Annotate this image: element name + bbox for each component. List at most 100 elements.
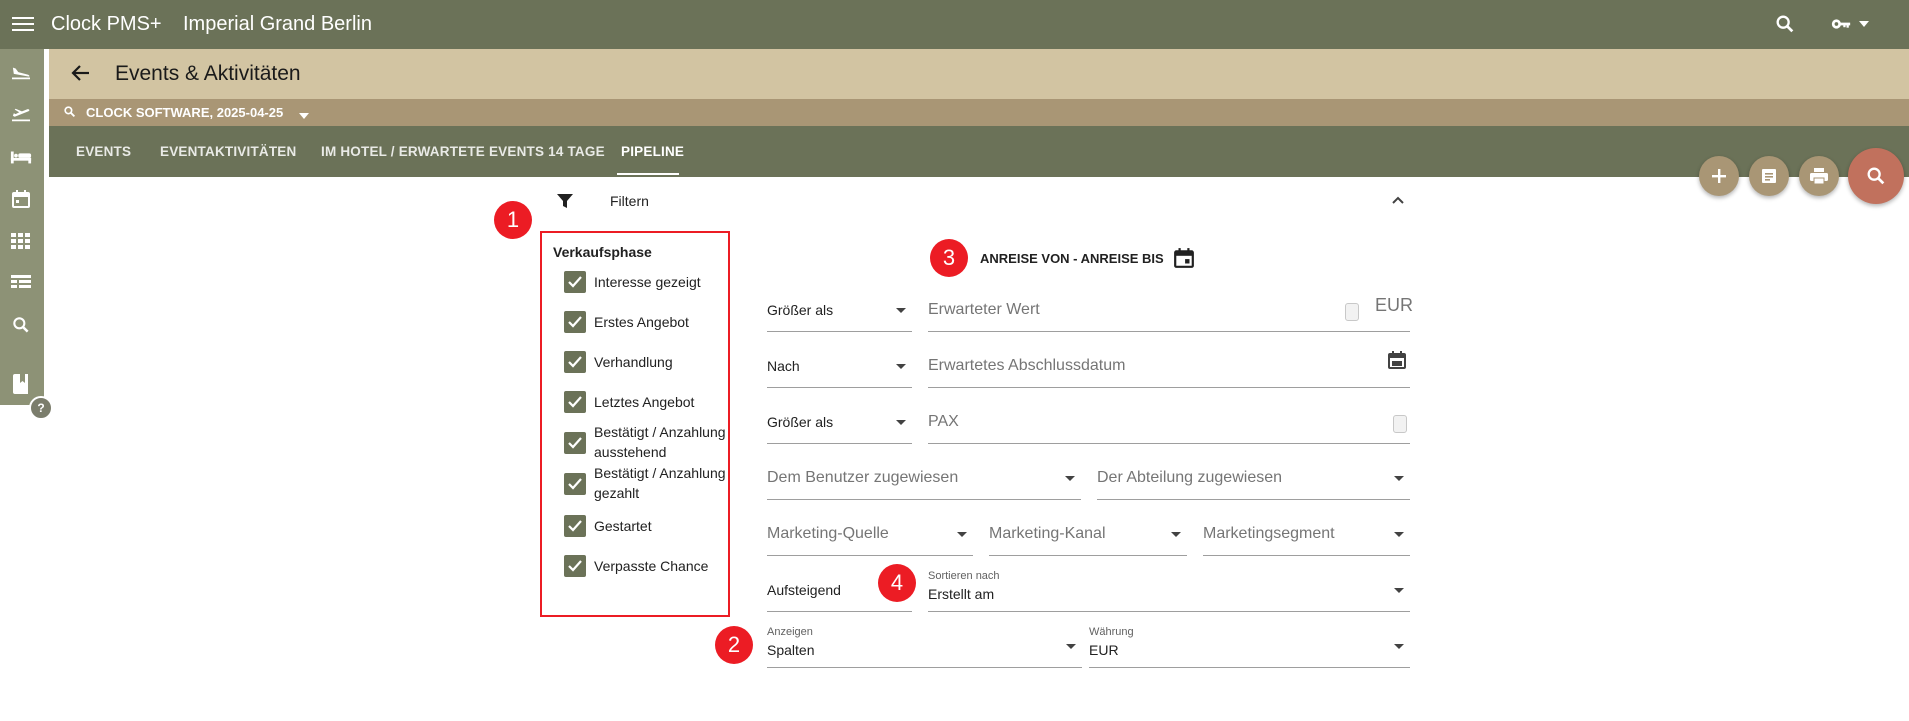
assigned-department-select[interactable]: Der Abteilung zugewiesen: [1097, 460, 1410, 500]
date-range-calendar-icon[interactable]: [1173, 247, 1195, 274]
sort-by-label: Sortieren nach: [928, 570, 1000, 582]
arrival-range-label[interactable]: ANREISE VON - ANREISE BIS: [980, 251, 1164, 266]
annotation-badge-1: 1: [494, 201, 532, 239]
value-operator-text: Größer als: [767, 302, 834, 318]
side-nav: [0, 49, 44, 405]
close-date-placeholder: Erwartetes Abschlussdatum: [928, 357, 1126, 374]
close-date-calendar-icon[interactable]: [1387, 350, 1407, 375]
check-icon: [568, 276, 582, 288]
filter-label[interactable]: Filtern: [610, 193, 649, 209]
check-icon: [568, 356, 582, 368]
expected-value-placeholder: Erwarteter Wert: [928, 301, 1040, 318]
dropdown-arrow-icon: [1394, 588, 1404, 593]
user-menu[interactable]: [1829, 13, 1869, 35]
page-title: Events & Aktivitäten: [115, 62, 301, 85]
pax-placeholder: PAX: [928, 413, 959, 430]
sort-by-value: Erstellt am: [928, 586, 995, 602]
currency-suffix: EUR: [1375, 295, 1414, 315]
tab-events[interactable]: EVENTS: [76, 144, 131, 159]
date-operator-select[interactable]: Nach: [767, 348, 912, 388]
book-icon[interactable]: [8, 371, 34, 397]
check-icon: [568, 316, 582, 328]
expected-value-input[interactable]: Erwarteter Wert: [928, 292, 1410, 332]
dropdown-arrow-icon: [896, 308, 906, 313]
sort-by-select[interactable]: Sortieren nach Erstellt am: [928, 570, 1410, 612]
assigned-user-select[interactable]: Dem Benutzer zugewiesen: [767, 460, 1081, 500]
search-nav-icon[interactable]: [8, 312, 34, 338]
filter-icon[interactable]: [556, 192, 574, 215]
pax-input[interactable]: PAX: [928, 404, 1410, 444]
back-arrow-icon[interactable]: [71, 63, 91, 88]
date-operator-text: Nach: [767, 358, 800, 374]
annotation-badge-2: 2: [715, 626, 753, 664]
pax-operator-text: Größer als: [767, 414, 834, 430]
search-fab-icon: [1867, 167, 1885, 185]
active-tab-indicator: [617, 173, 679, 175]
dropdown-arrow-icon: [1066, 644, 1076, 649]
tab-in-hotel[interactable]: IM HOTEL / ERWARTETE EVENTS 14 TAGE: [321, 144, 605, 159]
menu-icon[interactable]: [12, 14, 34, 34]
checkbox-first-offer[interactable]: [564, 311, 586, 333]
currency-select[interactable]: Währung EUR: [1089, 626, 1410, 668]
pax-stepper-icon[interactable]: [1393, 415, 1407, 433]
search-fab-button[interactable]: [1848, 148, 1904, 204]
arrivals-icon[interactable]: [8, 60, 34, 86]
departures-icon[interactable]: [8, 102, 34, 128]
grid-icon[interactable]: [8, 228, 34, 254]
print-button[interactable]: [1799, 156, 1839, 196]
tab-pipeline[interactable]: PIPELINE: [621, 144, 684, 159]
key-icon: [1831, 19, 1851, 29]
report-button[interactable]: [1749, 156, 1789, 196]
checkbox-started[interactable]: [564, 515, 586, 537]
checkbox-interest[interactable]: [564, 271, 586, 293]
checkbox-label: Erstes Angebot: [594, 314, 689, 330]
search-icon[interactable]: [1774, 13, 1796, 40]
checkbox-confirmed-pending[interactable]: [564, 432, 586, 454]
dropdown-arrow-icon: [1171, 532, 1181, 537]
dropdown-arrow-icon: [1394, 644, 1404, 649]
display-label: Anzeigen: [767, 626, 813, 638]
display-select[interactable]: Anzeigen Spalten: [767, 626, 1082, 668]
table-icon[interactable]: [8, 270, 34, 296]
context-selector[interactable]: CLOCK SOFTWARE, 2025-04-25: [49, 99, 1909, 126]
help-label: ?: [37, 401, 45, 415]
expected-close-date-input[interactable]: Erwartetes Abschlussdatum: [928, 348, 1410, 388]
assigned-department-placeholder: Der Abteilung zugewiesen: [1097, 469, 1283, 486]
search-small-icon: [63, 105, 76, 121]
checkbox-label: Interesse gezeigt: [594, 274, 701, 290]
check-icon: [568, 560, 582, 572]
checkbox-label: Bestätigt / Anzahlung gezahlt: [594, 465, 726, 501]
bed-icon[interactable]: [8, 144, 34, 170]
context-label: CLOCK SOFTWARE, 2025-04-25: [86, 105, 284, 120]
checkbox-confirmed-paid[interactable]: [564, 473, 586, 495]
marketing-channel-select[interactable]: Marketing-Kanal: [989, 516, 1187, 556]
checkbox-label: Verpasste Chance: [594, 558, 709, 574]
checkbox-last-offer[interactable]: [564, 391, 586, 413]
add-button[interactable]: [1699, 156, 1739, 196]
checkbox-negotiation[interactable]: [564, 351, 586, 373]
checkbox-label: Letztes Angebot: [594, 394, 695, 410]
marketing-segment-select[interactable]: Marketingsegment: [1203, 516, 1410, 556]
top-app-bar: Clock PMS+ Imperial Grand Berlin: [0, 0, 1909, 49]
sort-order-select[interactable]: Aufsteigend: [767, 572, 912, 612]
value-stepper-icon[interactable]: [1345, 303, 1359, 321]
checkbox-missed[interactable]: [564, 555, 586, 577]
check-icon: [568, 437, 582, 449]
marketing-source-select[interactable]: Marketing-Quelle: [767, 516, 973, 556]
calendar-icon[interactable]: [8, 186, 34, 212]
checkbox-label: Gestartet: [594, 518, 652, 534]
help-button[interactable]: ?: [29, 396, 53, 420]
sort-order-text: Aufsteigend: [767, 582, 841, 598]
check-icon: [568, 396, 582, 408]
chevron-up-icon[interactable]: [1390, 192, 1406, 213]
annotation-badge-3: 3: [930, 239, 968, 277]
sales-phase-title: Verkaufsphase: [553, 244, 652, 260]
value-operator-select[interactable]: Größer als: [767, 292, 912, 332]
hotel-name[interactable]: Imperial Grand Berlin: [183, 13, 372, 36]
display-value: Spalten: [767, 642, 815, 658]
dropdown-arrow-icon: [1394, 476, 1404, 481]
tab-event-activities[interactable]: EVENTAKTIVITÄTEN: [160, 144, 296, 159]
tab-bar: EVENTS EVENTAKTIVITÄTEN IM HOTEL / ERWAR…: [49, 126, 1909, 177]
chevron-down-icon: [1859, 21, 1869, 27]
pax-operator-select[interactable]: Größer als: [767, 404, 912, 444]
